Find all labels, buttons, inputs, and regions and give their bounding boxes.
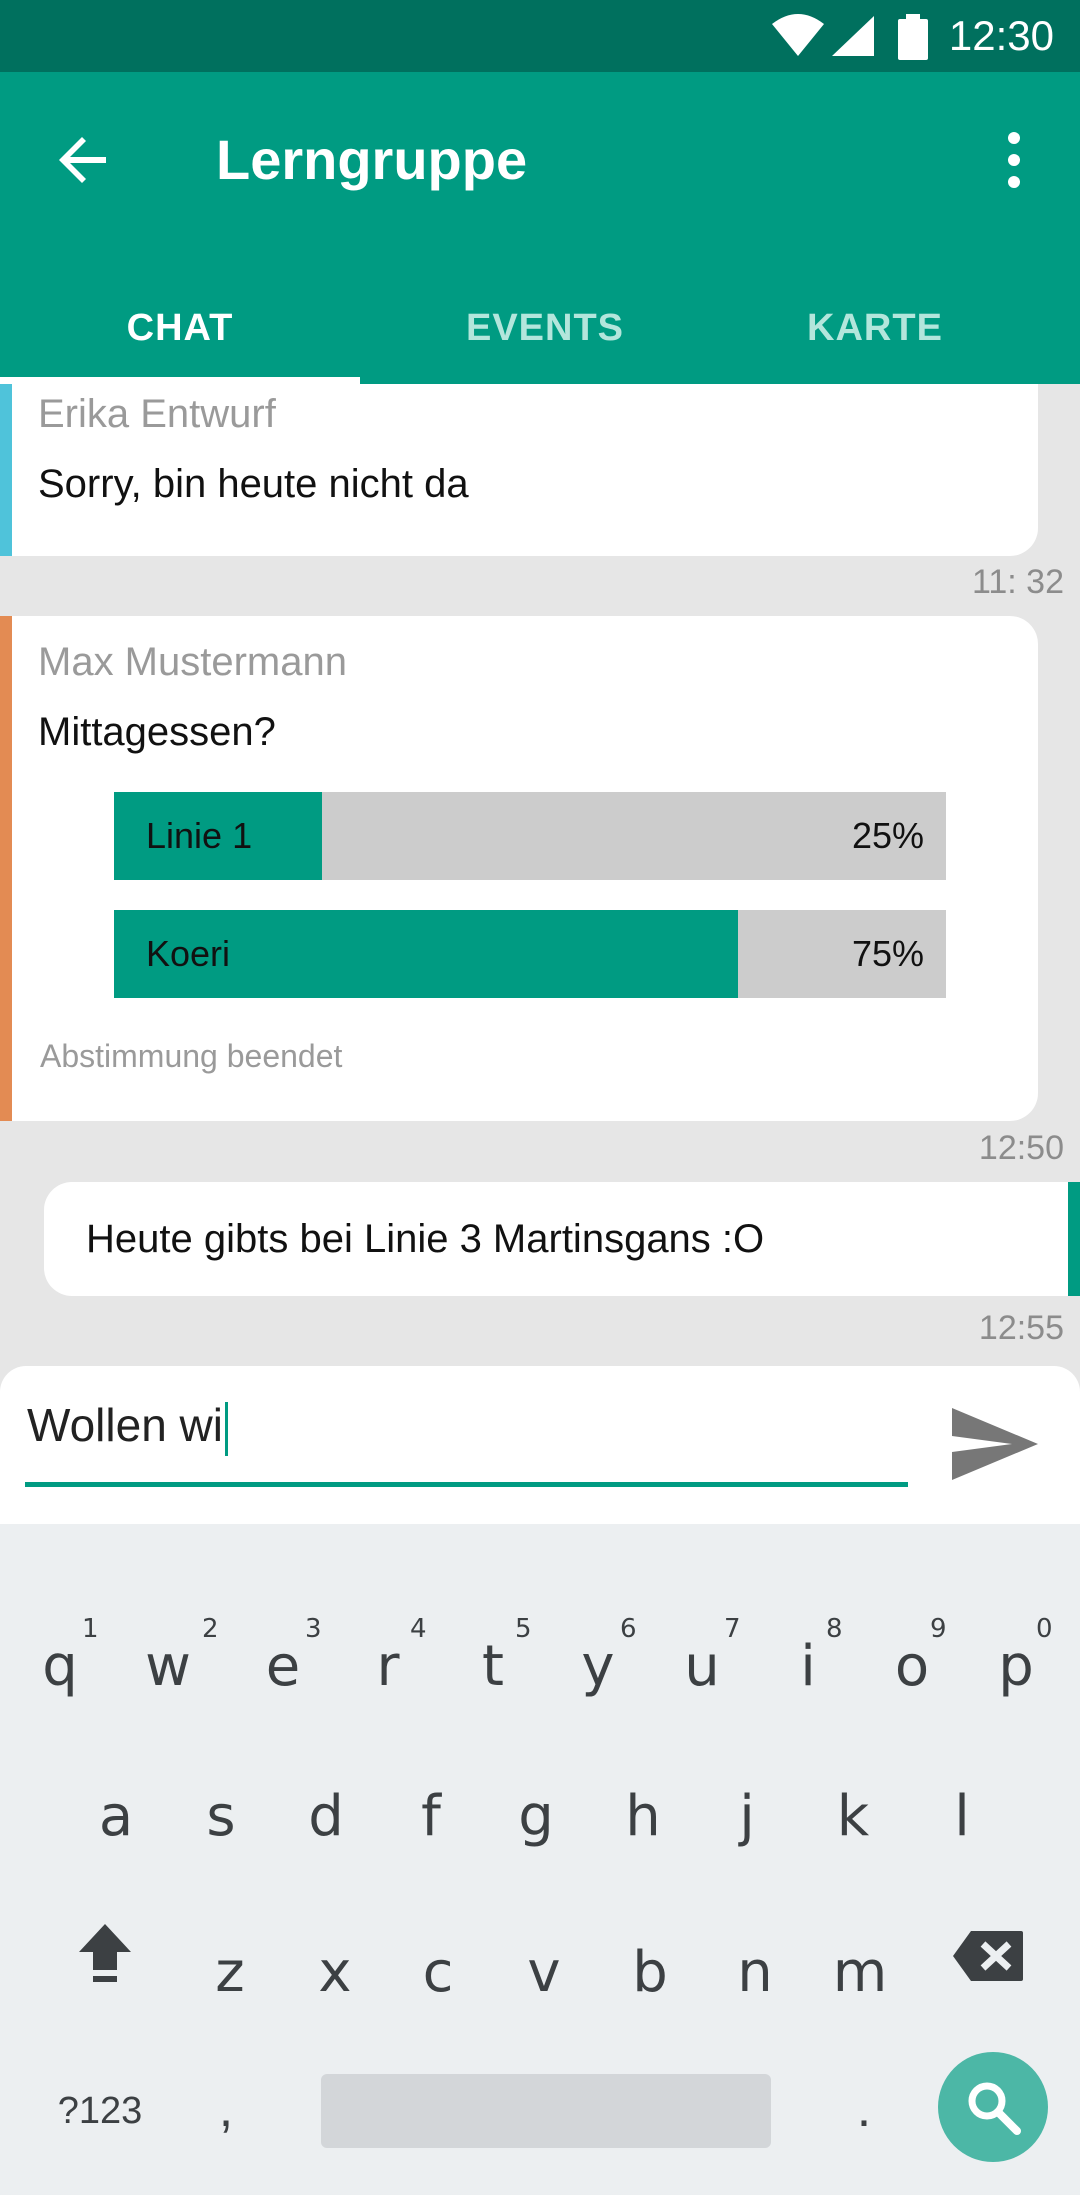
message-composer: Wollen wi xyxy=(0,1366,1080,1524)
poll-option-percent: 25% xyxy=(851,815,924,856)
backspace-key[interactable] xyxy=(946,1924,1030,1988)
keyboard: q1 w2 e3 r4 t5 y6 u7 i8 o9 p0 a s d f g … xyxy=(0,1524,1080,2195)
message-text: Sorry, bin heute nicht da xyxy=(38,462,469,506)
backspace-icon xyxy=(953,1931,1023,1981)
space-bar[interactable] xyxy=(321,2074,771,2148)
message-text: Heute gibts bei Linie 3 Martinsgans :O xyxy=(86,1217,765,1261)
key-m[interactable]: m xyxy=(810,1912,910,2032)
comma-key[interactable]: , xyxy=(186,2064,266,2154)
key-y[interactable]: y6 xyxy=(548,1606,648,1726)
key-d[interactable]: d xyxy=(276,1756,376,1876)
tab-karte[interactable]: KARTE xyxy=(730,272,1020,384)
key-label: u xyxy=(684,1633,720,1699)
key-hint: 6 xyxy=(620,1614,637,1644)
key-hint: 1 xyxy=(82,1614,99,1644)
own-message-card[interactable]: Heute gibts bei Linie 3 Martinsgans :O xyxy=(44,1182,1080,1296)
signal-icon xyxy=(832,16,874,56)
message-timestamp: 11: 32 xyxy=(971,563,1064,601)
key-label: p xyxy=(998,1633,1034,1699)
back-arrow-icon[interactable] xyxy=(54,130,114,190)
key-e[interactable]: e3 xyxy=(233,1606,333,1726)
wifi-icon xyxy=(772,14,824,56)
key-n[interactable]: n xyxy=(705,1912,805,2032)
key-u[interactable]: u7 xyxy=(652,1606,752,1726)
key-j[interactable]: j xyxy=(697,1756,797,1876)
symbols-key[interactable]: ?123 xyxy=(20,2074,180,2148)
key-hint: 7 xyxy=(724,1614,741,1644)
input-underline xyxy=(25,1482,908,1487)
key-hint: 4 xyxy=(410,1614,427,1644)
key-g[interactable]: g xyxy=(486,1756,586,1876)
message-timestamp: 12:50 xyxy=(978,1129,1064,1167)
battery-icon xyxy=(898,14,928,60)
tab-bar: CHAT EVENTS KARTE xyxy=(0,272,1080,384)
poll-option-label: Koeri xyxy=(146,933,231,974)
shift-key[interactable] xyxy=(62,1910,148,1996)
key-p[interactable]: p0 xyxy=(966,1606,1066,1726)
key-hint: 9 xyxy=(930,1614,947,1644)
key-label: i xyxy=(800,1633,816,1699)
key-label: w xyxy=(145,1633,191,1699)
key-label: q xyxy=(42,1633,78,1699)
message-accent-bar xyxy=(0,384,12,556)
key-label: o xyxy=(894,1633,930,1699)
key-s[interactable]: s xyxy=(171,1756,271,1876)
text-cursor xyxy=(225,1401,228,1456)
page-title: Lerngruppe xyxy=(216,128,528,191)
key-label: y xyxy=(581,1633,615,1699)
key-z[interactable]: z xyxy=(180,1912,280,2032)
key-i[interactable]: i8 xyxy=(758,1606,858,1726)
status-time: 12:30 xyxy=(948,12,1054,59)
key-hint: 3 xyxy=(305,1614,322,1644)
key-a[interactable]: a xyxy=(66,1756,166,1876)
tab-chat[interactable]: CHAT xyxy=(0,272,360,384)
key-q[interactable]: q1 xyxy=(10,1606,110,1726)
key-w[interactable]: w2 xyxy=(118,1606,218,1726)
key-hint: 8 xyxy=(826,1614,843,1644)
message-input[interactable]: Wollen wi xyxy=(25,1396,908,1456)
key-t[interactable]: t5 xyxy=(443,1606,543,1726)
key-r[interactable]: r4 xyxy=(338,1606,438,1726)
chat-list[interactable]: Erika Entwurf Sorry, bin heute nicht da … xyxy=(0,384,1080,1366)
key-l[interactable]: l xyxy=(912,1756,1012,1876)
app-bar: Lerngruppe CHAT EVENTS KARTE xyxy=(0,72,1080,384)
key-label: t xyxy=(482,1633,504,1699)
search-icon xyxy=(968,2082,1021,2135)
key-f[interactable]: f xyxy=(381,1756,481,1876)
message-accent-bar xyxy=(0,616,12,1121)
poll-status: Abstimmung beendet xyxy=(40,1038,343,1074)
shift-icon xyxy=(79,1924,131,1982)
message-input-value: Wollen wi xyxy=(27,1399,223,1451)
key-x[interactable]: x xyxy=(285,1912,385,2032)
key-b[interactable]: b xyxy=(600,1912,700,2032)
key-label: e xyxy=(265,1633,301,1699)
period-key[interactable]: . xyxy=(824,2064,904,2154)
poll-option[interactable]: Linie 1 25% xyxy=(114,792,946,880)
status-bar: 12:30 xyxy=(0,0,1080,72)
send-icon[interactable] xyxy=(950,1406,1040,1482)
key-c[interactable]: c xyxy=(388,1912,488,2032)
message-author: Max Mustermann xyxy=(38,640,347,684)
message-author: Erika Entwurf xyxy=(38,392,276,436)
key-k[interactable]: k xyxy=(803,1756,903,1876)
tab-events[interactable]: EVENTS xyxy=(360,272,730,384)
message-card[interactable]: Erika Entwurf Sorry, bin heute nicht da xyxy=(0,384,1038,556)
poll-option-label: Linie 1 xyxy=(146,815,253,856)
key-h[interactable]: h xyxy=(593,1756,693,1876)
more-vert-icon[interactable] xyxy=(994,130,1034,190)
key-v[interactable]: v xyxy=(494,1912,594,2032)
key-hint: 5 xyxy=(515,1614,532,1644)
key-hint: 2 xyxy=(202,1614,219,1644)
message-accent-bar xyxy=(1068,1182,1080,1296)
key-o[interactable]: o9 xyxy=(862,1606,962,1726)
search-key[interactable] xyxy=(938,2052,1048,2162)
key-hint: 0 xyxy=(1036,1614,1053,1644)
key-label: r xyxy=(376,1633,400,1699)
poll-message-card[interactable]: Max Mustermann Mittagessen? Linie 1 25% … xyxy=(0,616,1038,1121)
tab-indicator xyxy=(0,377,360,384)
message-timestamp: 12:55 xyxy=(978,1309,1064,1347)
message-text: Mittagessen? xyxy=(38,710,276,754)
poll-option[interactable]: Koeri 75% xyxy=(114,910,946,998)
poll-option-percent: 75% xyxy=(851,933,924,974)
